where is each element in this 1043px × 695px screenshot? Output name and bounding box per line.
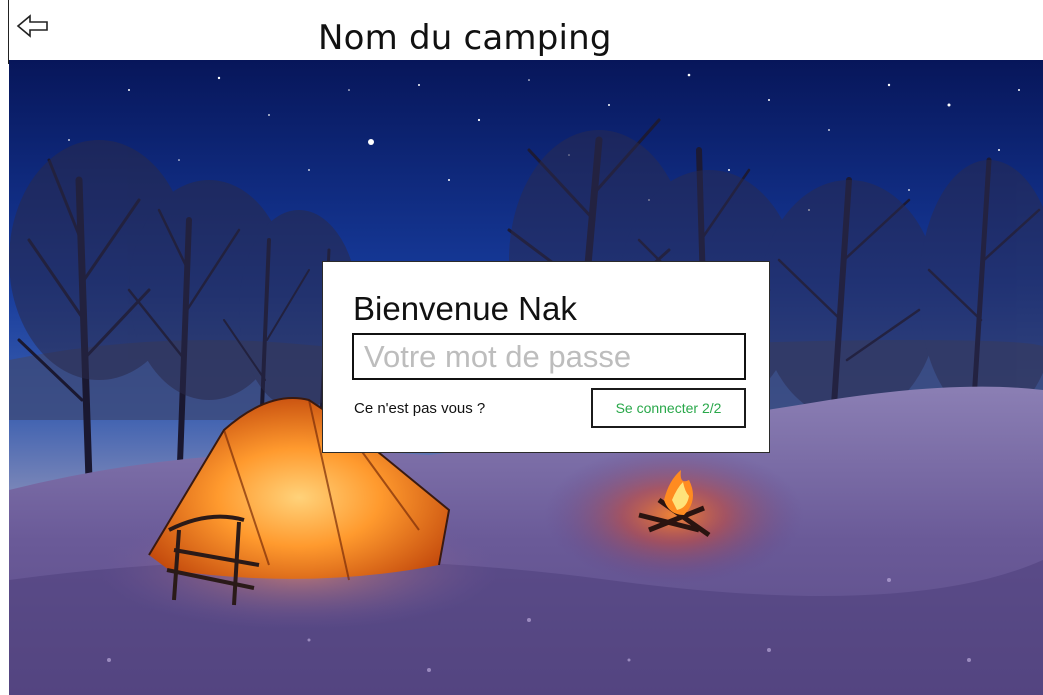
login-card: Bienvenue Nak Ce n'est pas vous ? Se con…: [322, 261, 770, 453]
not-you-link[interactable]: Ce n'est pas vous ?: [354, 400, 485, 417]
back-button[interactable]: [16, 14, 50, 38]
back-arrow-icon: [16, 14, 48, 38]
greeting-heading: Bienvenue Nak: [353, 290, 577, 327]
password-input[interactable]: [352, 333, 746, 380]
app-window: Nom du camping Bienvenue Nak Ce n'est pa…: [0, 0, 1043, 695]
connect-button[interactable]: Se connecter 2/2: [591, 388, 746, 428]
page-title: Nom du camping: [318, 18, 612, 58]
window-edge-divider: [8, 0, 9, 64]
app-header: Nom du camping: [0, 0, 1043, 60]
